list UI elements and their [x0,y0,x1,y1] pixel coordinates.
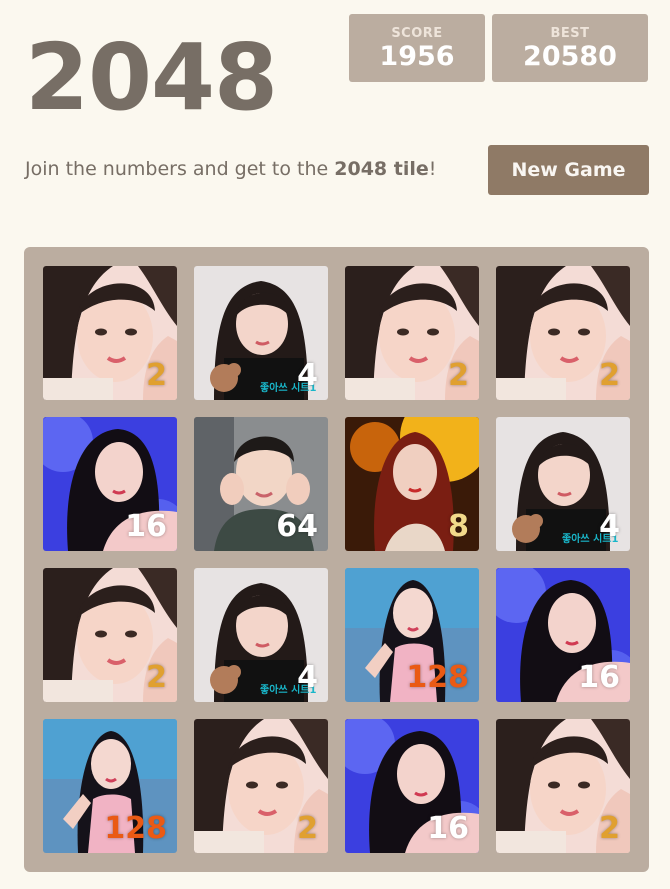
tile-value: 2 [297,811,318,846]
tile-2-2: 128 [345,568,479,702]
tile-2-0: 2 [43,568,177,702]
tile-1-0: 16 [43,417,177,551]
game-intro: Join the numbers and get to the 2048 til… [25,158,436,180]
tile-1-2: 8 [345,417,479,551]
new-game-button[interactable]: New Game [488,145,649,195]
score-value: 1956 [379,41,455,72]
tile-3-3: 2 [496,719,630,853]
tile-value: 16 [125,509,167,544]
game-board: 2 좋아쓰 시트1 4 2 2 16 64 8 좋아쓰 시트1 4 2 좋아쓰 시트1 4 128 16 12… [24,247,649,872]
tile-0-0: 2 [43,266,177,400]
tile-1-3: 좋아쓰 시트1 4 [496,417,630,551]
tile-2-3: 16 [496,568,630,702]
intro-suffix: ! [428,158,437,180]
tile-value: 2 [146,358,167,393]
tile-value: 2 [599,811,620,846]
tile-2-1: 좋아쓰 시트1 4 [194,568,328,702]
tile-3-2: 16 [345,719,479,853]
tile-0-2: 2 [345,266,479,400]
tile-value: 4 [297,358,318,393]
intro-emphasis: 2048 tile [334,158,429,180]
best-score-box: BEST 20580 [492,14,648,82]
score-box: SCORE 1956 [349,14,485,82]
game-page: 2048 SCORE 1956 BEST 20580 Join the numb… [0,0,670,889]
tile-value: 2 [599,358,620,393]
tile-3-1: 2 [194,719,328,853]
tile-value: 8 [448,509,469,544]
best-label: BEST [550,26,590,41]
tile-value: 64 [276,509,318,544]
intro-text: Join the numbers and get to the [25,158,335,180]
best-value: 20580 [523,41,617,72]
tile-value: 128 [406,660,469,695]
tile-value: 2 [448,358,469,393]
tile-value: 4 [599,509,620,544]
tile-0-3: 2 [496,266,630,400]
game-title: 2048 [25,24,278,131]
tile-value: 2 [146,660,167,695]
tile-value: 16 [578,660,620,695]
score-label: SCORE [391,26,443,41]
tile-value: 16 [427,811,469,846]
tile-1-1: 64 [194,417,328,551]
tile-0-1: 좋아쓰 시트1 4 [194,266,328,400]
tile-value: 128 [104,811,167,846]
tile-3-0: 128 [43,719,177,853]
tile-value: 4 [297,660,318,695]
